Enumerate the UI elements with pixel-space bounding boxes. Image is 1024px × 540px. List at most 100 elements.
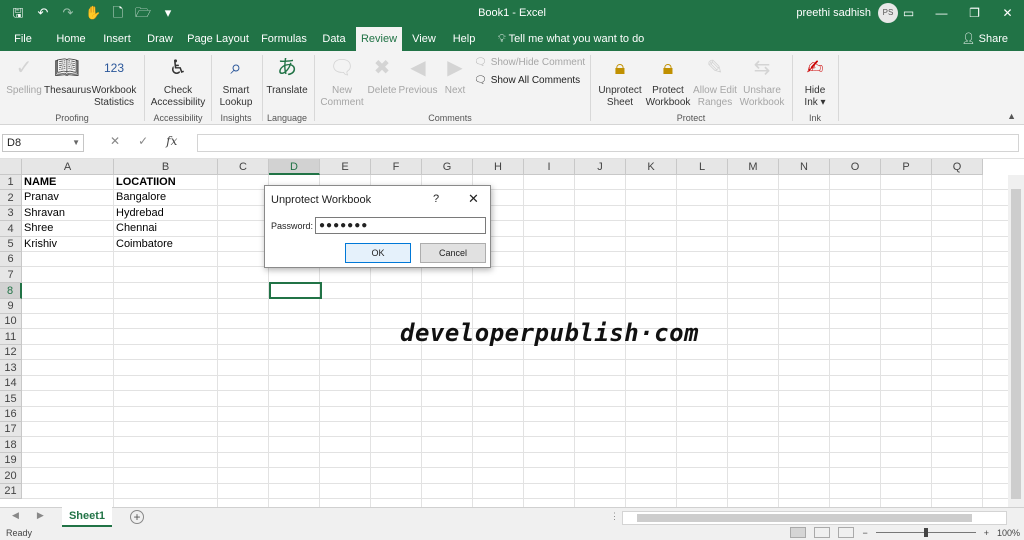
zoom-level[interactable]: 100% bbox=[997, 528, 1020, 538]
ribbon-display-icon[interactable]: ▭ bbox=[892, 0, 925, 27]
delete-comment-button[interactable]: ✖ Delete bbox=[366, 54, 398, 97]
column-header-b[interactable]: B bbox=[114, 159, 218, 175]
row-header-16[interactable]: 16 bbox=[0, 407, 22, 422]
page-break-view-icon[interactable] bbox=[838, 527, 855, 538]
tab-review[interactable]: Review bbox=[356, 27, 402, 51]
show-hide-comment-button[interactable]: 🗨︎ Show/Hide Comment bbox=[474, 57, 585, 68]
row-header-3[interactable]: 3 bbox=[0, 206, 22, 221]
tab-file[interactable]: File bbox=[8, 27, 38, 51]
row-header-10[interactable]: 10 bbox=[0, 314, 22, 329]
tab-data[interactable]: Data bbox=[318, 27, 350, 51]
row-header-8[interactable]: 8 bbox=[0, 283, 22, 299]
row-header-1[interactable]: 1 bbox=[0, 175, 22, 190]
scroll-left-icon[interactable]: ◀ bbox=[12, 510, 19, 521]
column-header-k[interactable]: K bbox=[626, 159, 677, 175]
next-comment-button[interactable]: ▶ Next bbox=[440, 54, 470, 97]
column-header-c[interactable]: C bbox=[218, 159, 269, 175]
zoom-slider-knob[interactable] bbox=[923, 528, 928, 537]
cell-b2[interactable]: Bangalore bbox=[114, 190, 166, 205]
smart-lookup-button[interactable]: ⌕ Smart Lookup bbox=[216, 54, 256, 109]
row-header-11[interactable]: 11 bbox=[0, 329, 22, 345]
cell-a4[interactable]: Shree bbox=[22, 221, 53, 236]
column-header-n[interactable]: N bbox=[779, 159, 830, 175]
new-comment-button[interactable]: 🗨︎ New Comment bbox=[318, 54, 366, 109]
minimize-icon[interactable]: — bbox=[925, 0, 958, 27]
tab-home[interactable]: Home bbox=[52, 27, 90, 51]
unprotect-sheet-button[interactable]: 🔒︎ Unprotect Sheet bbox=[596, 54, 644, 109]
column-header-d[interactable]: D bbox=[269, 159, 320, 175]
allow-edit-ranges-button[interactable]: ✎ Allow Edit Ranges bbox=[692, 54, 738, 109]
selected-cell-d8[interactable] bbox=[269, 282, 322, 299]
check-accessibility-button[interactable]: ♿︎ Check Accessibility bbox=[150, 54, 206, 109]
share-button[interactable]: 👤︎ Share bbox=[962, 27, 1008, 51]
formula-input[interactable] bbox=[197, 134, 1019, 152]
help-icon[interactable]: ? bbox=[433, 193, 439, 205]
tab-insert[interactable]: Insert bbox=[98, 27, 136, 51]
column-header-o[interactable]: O bbox=[830, 159, 881, 175]
cell-b3[interactable]: Hydrebad bbox=[114, 206, 164, 221]
column-header-p[interactable]: P bbox=[881, 159, 932, 175]
previous-comment-button[interactable]: ◀ Previous bbox=[398, 54, 438, 97]
row-header-5[interactable]: 5 bbox=[0, 237, 22, 252]
user-name[interactable]: preethi sadhish bbox=[796, 7, 871, 19]
tab-formulas[interactable]: Formulas bbox=[258, 27, 310, 51]
column-header-g[interactable]: G bbox=[422, 159, 473, 175]
column-header-j[interactable]: J bbox=[575, 159, 626, 175]
workbook-statistics-button[interactable]: 123 Workbook Statistics bbox=[90, 54, 138, 109]
row-header-17[interactable]: 17 bbox=[0, 422, 22, 437]
page-layout-view-icon[interactable] bbox=[814, 527, 831, 538]
thesaurus-button[interactable]: 📖︎ Thesaurus bbox=[44, 54, 91, 97]
chevron-down-icon[interactable]: ▼ bbox=[72, 135, 80, 151]
column-header-f[interactable]: F bbox=[371, 159, 422, 175]
cell-a2[interactable]: Pranav bbox=[22, 190, 59, 205]
cancel-button[interactable]: Cancel bbox=[420, 243, 486, 263]
tab-view[interactable]: View bbox=[408, 27, 440, 51]
cell-a3[interactable]: Shravan bbox=[22, 206, 65, 221]
select-all-button[interactable] bbox=[0, 159, 22, 175]
spelling-button[interactable]: ✓ Spelling bbox=[6, 54, 42, 97]
column-header-m[interactable]: M bbox=[728, 159, 779, 175]
cell-b4[interactable]: Chennai bbox=[114, 221, 157, 236]
tab-help[interactable]: Help bbox=[448, 27, 480, 51]
zoom-in-icon[interactable]: + bbox=[984, 528, 989, 538]
row-header-19[interactable]: 19 bbox=[0, 453, 22, 468]
tab-split-handle[interactable]: ⋮ bbox=[610, 511, 619, 522]
worksheet-grid[interactable]: ABCDEFGHIJKLMNOPQ 1 2 3 4 5 6 7 8 9 10 11 12 13 14 15 1… bbox=[0, 159, 1024, 507]
row-header-14[interactable]: 14 bbox=[0, 376, 22, 391]
cell-b1[interactable]: LOCATIION bbox=[114, 175, 176, 190]
row-header-6[interactable]: 6 bbox=[0, 252, 22, 267]
zoom-slider[interactable] bbox=[875, 528, 976, 537]
show-all-comments-button[interactable]: 🗨︎ Show All Comments bbox=[474, 75, 580, 86]
row-header-20[interactable]: 20 bbox=[0, 468, 22, 484]
row-header-4[interactable]: 4 bbox=[0, 221, 22, 237]
vertical-scrollbar[interactable] bbox=[1008, 175, 1024, 507]
translate-button[interactable]: あ Translate bbox=[266, 54, 308, 97]
password-input[interactable]: ●●●●●●● bbox=[315, 217, 486, 234]
vertical-scroll-thumb[interactable] bbox=[1011, 189, 1021, 499]
dialog-close-icon[interactable]: ✕ bbox=[468, 191, 479, 207]
row-header-7[interactable]: 7 bbox=[0, 267, 22, 283]
tab-draw[interactable]: Draw bbox=[143, 27, 177, 51]
scroll-right-icon[interactable]: ▶ bbox=[37, 510, 44, 521]
row-header-15[interactable]: 15 bbox=[0, 391, 22, 407]
hide-ink-button[interactable]: ✍︎ Hide Ink ▾ bbox=[798, 54, 832, 109]
add-sheet-icon[interactable]: + bbox=[130, 510, 144, 524]
row-header-13[interactable]: 13 bbox=[0, 360, 22, 376]
column-header-q[interactable]: Q bbox=[932, 159, 983, 175]
row-header-2[interactable]: 2 bbox=[0, 190, 22, 206]
close-icon[interactable]: ✕ bbox=[991, 0, 1024, 27]
row-header-18[interactable]: 18 bbox=[0, 437, 22, 453]
column-header-h[interactable]: H bbox=[473, 159, 524, 175]
column-header-l[interactable]: L bbox=[677, 159, 728, 175]
horizontal-scrollbar[interactable] bbox=[622, 511, 1007, 525]
column-header-e[interactable]: E bbox=[320, 159, 371, 175]
row-header-12[interactable]: 12 bbox=[0, 345, 22, 360]
cell-b5[interactable]: Coimbatore bbox=[114, 237, 173, 252]
column-header-a[interactable]: A bbox=[22, 159, 114, 175]
ok-button[interactable]: OK bbox=[345, 243, 411, 263]
protect-workbook-button[interactable]: 🔒︎ Protect Workbook bbox=[644, 54, 692, 109]
tell-me-search[interactable]: 💡︎ Tell me what you want to do bbox=[498, 27, 644, 51]
row-header-9[interactable]: 9 bbox=[0, 299, 22, 314]
sheet-tab-sheet1[interactable]: Sheet1 bbox=[62, 507, 112, 527]
cell-a1[interactable]: NAME bbox=[22, 175, 56, 190]
